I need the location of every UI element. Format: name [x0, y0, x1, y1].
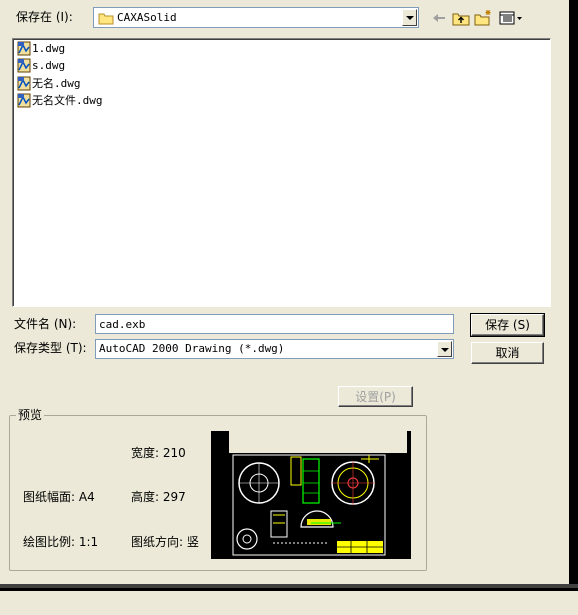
save-button[interactable]: 保存 (S)	[470, 313, 545, 337]
view-menu-icon[interactable]	[498, 9, 524, 27]
dwg-file-icon	[17, 76, 31, 90]
up-folder-icon[interactable]	[452, 9, 470, 27]
status-area	[0, 591, 578, 615]
file-item-3[interactable]: 无名.dwg	[17, 75, 81, 92]
preview-title: 预览	[16, 408, 45, 422]
file-item-4[interactable]: 无名文件.dwg	[17, 92, 103, 109]
save-in-dropdown-button[interactable]	[402, 9, 417, 26]
filetype-label: 保存类型 (T):	[14, 341, 87, 355]
preview-width: 宽度: 210	[131, 446, 186, 460]
settings-button[interactable]: 设置(P)	[338, 386, 413, 407]
filetype-dropdown[interactable]: AutoCAD 2000 Drawing (*.dwg)	[95, 339, 454, 359]
background-window-edge	[569, 0, 578, 590]
save-in-folder: CAXASolid	[117, 11, 177, 24]
back-arrow-icon[interactable]	[430, 9, 448, 27]
file-item-1[interactable]: 1.dwg	[17, 41, 65, 58]
filetype-value: AutoCAD 2000 Drawing (*.dwg)	[99, 342, 285, 355]
file-list[interactable]: 1.dwg s.dwg 无名.dwg 无名文件.dwg	[12, 38, 551, 307]
preview-height: 高度: 297	[131, 490, 186, 504]
preview-orientation: 图纸方向: 竖	[131, 535, 199, 549]
filetype-dropdown-button[interactable]	[437, 341, 452, 357]
preview-paper-size: 图纸幅面: A4	[23, 490, 95, 504]
save-in-label: 保存在 (I):	[16, 10, 73, 24]
file-item-2[interactable]: s.dwg	[17, 58, 65, 75]
new-folder-icon[interactable]	[474, 9, 492, 27]
cancel-button[interactable]: 取消	[471, 342, 544, 364]
filename-label: 文件名 (N):	[14, 317, 77, 331]
drawing-preview	[211, 431, 411, 559]
preview-scale: 绘图比例: 1:1	[23, 535, 99, 549]
dwg-file-icon	[17, 58, 31, 73]
dwg-file-icon	[17, 93, 31, 107]
filename-input[interactable]	[95, 314, 454, 334]
folder-icon	[98, 13, 114, 25]
dwg-file-icon	[17, 41, 31, 56]
save-in-dropdown[interactable]: CAXASolid	[93, 7, 419, 28]
